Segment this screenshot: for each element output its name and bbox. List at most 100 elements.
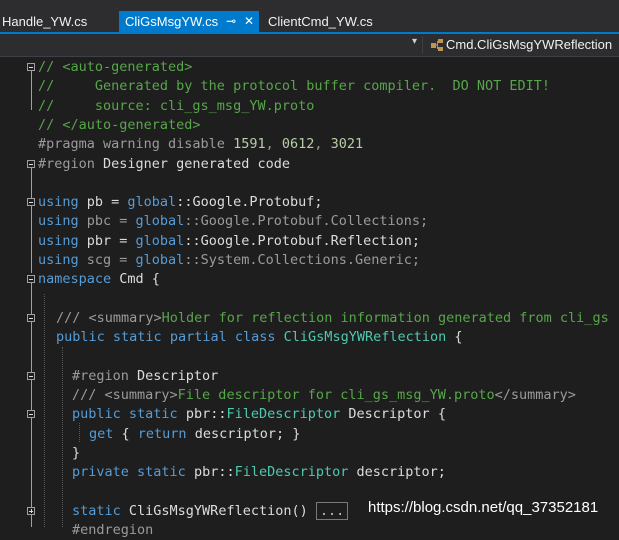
code-token: ///	[56, 309, 89, 326]
code-token: ,	[265, 136, 282, 153]
code-text: using pb = global::Google.Protobuf;	[38, 193, 323, 212]
collapse-icon[interactable]	[27, 371, 35, 380]
tab-handle-yw[interactable]: Handle_YW.cs	[0, 11, 114, 32]
code-token: Holder for reflection information genera…	[161, 309, 609, 326]
code-token: using	[38, 232, 79, 249]
code-line: #endregion	[0, 521, 619, 540]
collapse-icon[interactable]	[27, 313, 35, 322]
code-token: CliGsMsgYWReflection()	[120, 502, 316, 519]
close-icon[interactable]: ✕	[244, 11, 254, 32]
code-token: descriptor;	[348, 464, 446, 481]
code-token: ::Google.Protobuf.Collections;	[184, 213, 429, 230]
chevron-down-icon[interactable]: ▾	[412, 36, 417, 47]
code-token: public	[72, 406, 121, 423]
class-icon	[431, 39, 443, 51]
code-text: static CliGsMsgYWReflection() ...	[72, 501, 349, 521]
code-token: <summary>	[88, 309, 162, 326]
tab-label: Handle_YW.cs	[2, 14, 88, 29]
code-token: FileDescriptor	[226, 406, 341, 423]
code-token: pbr =	[78, 232, 136, 249]
code-text: private static pbr::FileDescriptor descr…	[72, 463, 446, 482]
code-text: // source: cli_gs_msg_YW.proto	[38, 97, 314, 116]
code-token: pbr::	[185, 464, 235, 481]
code-token: static	[72, 502, 121, 519]
code-line: /// <summary>Holder for reflection infor…	[0, 309, 619, 328]
code-line: get { return descriptor; }	[0, 425, 619, 444]
collapse-icon[interactable]	[27, 275, 35, 284]
code-token: namespace	[38, 271, 112, 288]
collapse-icon[interactable]	[27, 410, 35, 419]
tab-cligsmsgyw[interactable]: CliGsMsgYW.cs ⊸ ✕	[119, 11, 259, 32]
watermark: https://blog.csdn.net/qq_37352181	[368, 499, 599, 516]
code-token: scg =	[78, 252, 136, 268]
code-line: using pb = global::Google.Protobuf;	[0, 193, 619, 212]
code-line: }	[0, 444, 619, 463]
document-tab-strip: Handle_YW.cs CliGsMsgYW.cs ⊸ ✕ ClientCmd…	[0, 0, 619, 34]
code-line: // source: cli_gs_msg_YW.proto	[0, 97, 619, 116]
code-text: /// <summary>File descriptor for cli_gs_…	[72, 386, 576, 405]
code-line: using pbr = global::Google.Protobuf.Refl…	[0, 232, 619, 251]
code-line: using pbc = global::Google.Protobuf.Coll…	[0, 212, 619, 231]
code-token: 1591	[233, 136, 266, 153]
code-token: get	[89, 425, 114, 442]
member-dropdown[interactable]: Cmd.CliGsMsgYWReflection	[446, 37, 612, 52]
code-token: </summary>	[494, 387, 576, 404]
code-token: partial	[169, 329, 227, 346]
code-token: class	[234, 329, 276, 346]
code-text: public static partial class CliGsMsgYWRe…	[56, 328, 463, 347]
code-text: // <auto-generated>	[38, 58, 192, 77]
code-token: pb =	[78, 194, 128, 211]
code-token: {	[446, 329, 463, 346]
code-token: Descriptor {	[340, 406, 446, 423]
pin-icon[interactable]: ⊸	[226, 11, 236, 32]
code-token: private	[72, 464, 129, 481]
tab-label: ClientCmd_YW.cs	[268, 14, 373, 29]
code-token: Cmd {	[111, 271, 160, 288]
code-editor[interactable]: // <auto-generated> // Generated by the p…	[0, 57, 619, 538]
code-token: #pragma warning disable	[38, 136, 234, 153]
code-token: global	[127, 194, 177, 211]
code-token: #endregion	[72, 522, 154, 539]
code-token: // <auto-generated>	[38, 59, 193, 75]
code-token: <summary>	[104, 387, 178, 404]
code-line: #region Descriptor	[0, 367, 619, 386]
code-token: ,	[314, 136, 331, 153]
code-token: return	[137, 425, 187, 442]
code-text: /// <summary>Holder for reflection infor…	[56, 309, 609, 328]
code-token: #region	[72, 367, 138, 384]
code-line: private static pbr::FileDescriptor descr…	[0, 463, 619, 482]
collapsed-region-button[interactable]: ...	[315, 501, 349, 520]
code-line: // </auto-generated>	[0, 116, 619, 135]
code-line: public static partial class CliGsMsgYWRe…	[0, 328, 619, 347]
code-text: // Generated by the protocol buffer comp…	[38, 77, 550, 96]
code-token: ///	[72, 387, 105, 404]
code-line: /// <summary>File descriptor for cli_gs_…	[0, 386, 619, 405]
code-token: // source: cli_gs_msg_YW.proto	[38, 97, 315, 114]
code-line: #region Designer generated code	[0, 155, 619, 174]
code-text: #pragma warning disable 1591, 0612, 3021	[38, 135, 363, 154]
code-token: Descriptor	[137, 367, 219, 384]
code-token: ::Google.Protobuf.Reflection;	[184, 232, 421, 249]
code-token: // Generated by the protocol buffer comp…	[38, 78, 551, 95]
code-token: ::System.Collections.Generic;	[184, 252, 421, 268]
code-token: #region	[38, 155, 104, 172]
code-line: namespace Cmd {	[0, 270, 619, 289]
collapse-icon[interactable]	[27, 63, 35, 71]
code-text: using pbc = global::Google.Protobuf.Coll…	[38, 212, 428, 231]
code-token: using	[38, 194, 79, 211]
code-token: static	[112, 329, 162, 346]
code-line: using scg = global::System.Collections.G…	[0, 251, 619, 270]
code-token: CliGsMsgYWReflection	[283, 329, 447, 346]
collapse-icon[interactable]	[27, 159, 35, 168]
code-token: 3021	[330, 136, 364, 153]
tab-clientcmd-yw[interactable]: ClientCmd_YW.cs	[268, 11, 378, 32]
code-text: using pbr = global::Google.Protobuf.Refl…	[38, 232, 420, 251]
code-token: public	[56, 329, 105, 346]
collapse-icon[interactable]	[27, 198, 35, 207]
expand-icon[interactable]	[27, 506, 35, 515]
code-text: // </auto-generated>	[38, 116, 201, 135]
